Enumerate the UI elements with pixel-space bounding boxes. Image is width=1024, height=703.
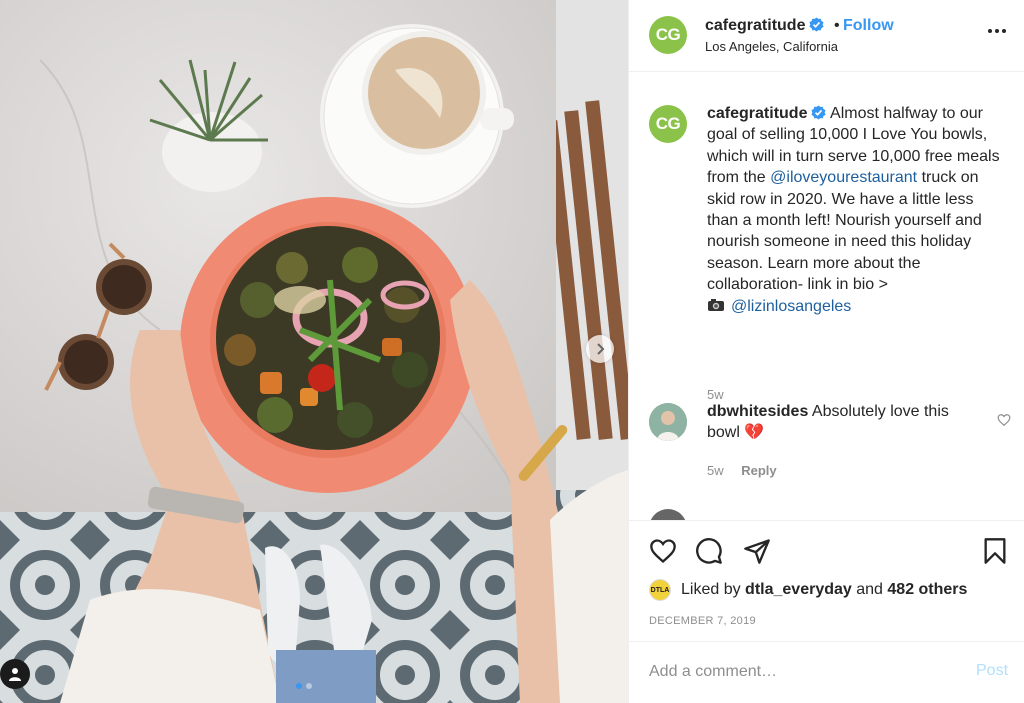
post-date[interactable]: DECEMBER 7, 2019 — [649, 615, 756, 627]
comment-meta: 5w Reply — [707, 463, 777, 478]
post-header: CG cafegratitude • Follow Los Angeles, C… — [629, 0, 1024, 72]
comment-username[interactable]: dbwhitesides — [707, 403, 808, 420]
caption-text: cafegratitude Almost halfway to our goal… — [707, 103, 1007, 317]
likes-summary: DTLA Liked by dtla_everyday and 482 othe… — [649, 579, 967, 601]
follow-button[interactable]: Follow — [843, 17, 894, 35]
reply-button[interactable]: Reply — [741, 463, 776, 478]
caption-timestamp[interactable]: 5w — [707, 387, 724, 402]
header-separator: • — [834, 17, 840, 34]
add-comment-bar: Post — [629, 641, 1024, 703]
liker-avatar[interactable]: DTLA — [649, 579, 671, 601]
next-comment-avatar[interactable] — [649, 509, 687, 520]
comments-list[interactable]: CG cafegratitude Almost halfway to our g… — [629, 73, 1024, 520]
heart-icon[interactable] — [649, 537, 677, 565]
mention-link[interactable]: @iloveyourestaurant — [770, 169, 917, 186]
verified-badge-icon — [809, 17, 824, 32]
bookmark-icon[interactable] — [981, 537, 1009, 565]
username-link[interactable]: cafegratitude — [705, 17, 824, 35]
mention-link[interactable]: @lizinlosangeles — [731, 298, 851, 315]
carousel-next-button[interactable] — [586, 335, 614, 363]
location-link[interactable]: Los Angeles, California — [705, 39, 838, 54]
others-count-button[interactable]: 482 others — [887, 581, 967, 599]
more-horizontal-icon[interactable] — [987, 26, 1007, 36]
like-comment-heart-icon[interactable] — [997, 413, 1011, 427]
caption-body-2: truck on skid row in 2020. We have a lit… — [707, 169, 982, 294]
post-comment-button[interactable]: Post — [976, 662, 1008, 680]
verified-badge-icon — [811, 105, 826, 120]
comment-timestamp[interactable]: 5w — [707, 463, 724, 478]
avatar-photo-icon — [649, 403, 687, 441]
broken-heart-emoji: 💔 — [744, 424, 765, 442]
camera-emoji-icon — [708, 298, 724, 311]
carousel-dot — [306, 683, 312, 689]
carousel-dot-active — [296, 683, 302, 689]
comment-text: dbwhitesides Absolutely love this bowl 💔 — [707, 401, 967, 444]
user-tag-icon — [9, 668, 21, 681]
chevron-right-icon — [597, 343, 605, 355]
comment-icon[interactable] — [695, 537, 723, 565]
liked-by-conjunction: and — [856, 581, 883, 598]
liked-by-prefix: Liked by — [681, 581, 741, 598]
tagged-users-button[interactable] — [0, 659, 30, 689]
comment-input[interactable] — [649, 660, 949, 684]
post-side-panel: CG cafegratitude • Follow Los Angeles, C… — [628, 0, 1024, 703]
post-photo[interactable] — [0, 0, 628, 703]
caption-username[interactable]: cafegratitude — [707, 105, 807, 122]
share-icon[interactable] — [743, 537, 771, 565]
username-text: cafegratitude — [705, 17, 806, 34]
caption-avatar[interactable]: CG — [649, 105, 687, 143]
post-actions: DTLA Liked by dtla_everyday and 482 othe… — [629, 520, 1024, 640]
food-bowl-photo — [0, 0, 628, 703]
carousel-indicator — [296, 683, 312, 689]
avatar[interactable]: CG — [649, 16, 687, 54]
liker-username[interactable]: dtla_everyday — [745, 581, 852, 599]
commenter-avatar[interactable] — [649, 403, 687, 441]
